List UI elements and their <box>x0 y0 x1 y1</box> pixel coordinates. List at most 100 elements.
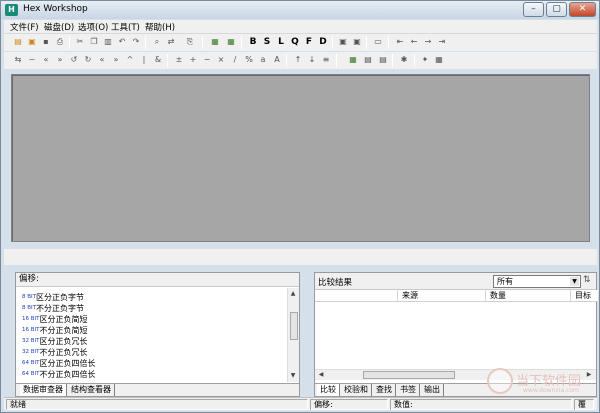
app-logo-icon: H <box>5 4 18 16</box>
sign-icon[interactable]: ± <box>173 54 185 66</box>
tab-structure-viewer[interactable]: 结构查看器 <box>68 384 115 396</box>
watermark: 当下软件园 www.downxia.com <box>487 368 597 398</box>
column-target[interactable]: 目标 <box>570 290 598 302</box>
status-value: 数值: <box>390 399 572 410</box>
watermark-logo-icon <box>487 368 513 394</box>
goto-icon[interactable]: ⎘ <box>184 36 196 48</box>
swap-icon[interactable]: ⇆ <box>12 54 24 66</box>
minimize-button[interactable]: – <box>523 2 544 17</box>
list-item[interactable]: 16 BIT不分正负简短 <box>22 325 88 336</box>
save-icon[interactable]: ▪ <box>40 36 52 48</box>
list-item[interactable]: 32 BIT区分正负冗长 <box>22 336 88 347</box>
rotate-left-icon[interactable]: ↺ <box>68 54 80 66</box>
lower-case-icon[interactable]: a <box>257 54 269 66</box>
fill-icon[interactable]: ≡ <box>320 54 332 66</box>
bookmark-l-button[interactable]: L <box>275 36 287 48</box>
chevron-down-icon[interactable]: ▼ <box>570 277 579 286</box>
tab-find[interactable]: 查找 <box>373 384 396 396</box>
next-icon[interactable]: → <box>422 36 434 48</box>
scroll-thumb[interactable] <box>363 371 455 379</box>
list-item[interactable]: 8 BIT不分正负字节 <box>22 303 84 314</box>
rotate-right-icon[interactable]: ↻ <box>82 54 94 66</box>
compare-files-icon[interactable]: ▦ <box>347 54 359 66</box>
divide-icon[interactable]: / <box>229 54 241 66</box>
new-file-icon[interactable]: ▤ <box>12 36 24 48</box>
tab-checksum[interactable]: 校验和 <box>341 384 372 396</box>
replace-icon[interactable]: ⇄ <box>165 36 177 48</box>
first-icon[interactable]: ⇤ <box>394 36 406 48</box>
print-icon[interactable]: ⎙ <box>54 36 66 48</box>
paste-icon[interactable]: ▥ <box>102 36 114 48</box>
prev-diff-icon[interactable]: ▤ <box>377 54 389 66</box>
bookmark-s-button[interactable]: S <box>261 36 273 48</box>
xor-icon[interactable]: ^ <box>124 54 136 66</box>
last-icon[interactable]: ⇥ <box>436 36 448 48</box>
menu-file[interactable]: 文件(F) <box>10 21 39 33</box>
compare-icon[interactable]: ▦ <box>209 36 221 48</box>
list-item[interactable]: 64 BIT区分正负四倍长 <box>22 358 96 369</box>
scroll-down-icon[interactable]: ▼ <box>289 372 297 380</box>
set-icon[interactable]: ↑ <box>292 54 304 66</box>
bookmark-q-button[interactable]: Q <box>289 36 301 48</box>
find-icon[interactable]: ⌕ <box>151 36 163 48</box>
subtract-icon[interactable]: − <box>201 54 213 66</box>
tab-data-inspector[interactable]: 数据审查器 <box>20 384 67 396</box>
tools-icon[interactable]: ✱ <box>398 54 410 66</box>
list-item[interactable]: 64 BIT不分正负四倍长 <box>22 369 96 380</box>
scroll-up-icon[interactable]: ▲ <box>289 290 297 298</box>
list-item[interactable]: 32 BIT不分正负冗长 <box>22 347 88 358</box>
tab-output[interactable]: 输出 <box>421 384 444 396</box>
column-count[interactable]: 数量 <box>485 290 570 302</box>
undo-icon[interactable]: ↶ <box>116 36 128 48</box>
vertical-scrollbar[interactable]: ▲ ▼ <box>287 288 299 382</box>
settings-icon[interactable]: ✦ <box>419 54 431 66</box>
multiply-icon[interactable]: × <box>215 54 227 66</box>
hex-editor-area[interactable] <box>11 74 590 242</box>
block-shift-left-icon[interactable]: « <box>96 54 108 66</box>
tab-compare[interactable]: 比较 <box>317 384 340 396</box>
clear-icon[interactable]: ↓ <box>306 54 318 66</box>
close-button[interactable]: ✕ <box>569 2 596 17</box>
next-diff-icon[interactable]: ▤ <box>362 54 374 66</box>
scroll-left-icon[interactable]: ◀ <box>317 371 325 379</box>
block-shift-right-icon[interactable]: » <box>110 54 122 66</box>
and-icon[interactable]: & <box>152 54 164 66</box>
menu-help[interactable]: 帮助(H) <box>145 21 175 33</box>
column-source[interactable]: 来源 <box>397 290 485 302</box>
menu-tools[interactable]: 工具(T) <box>111 21 140 33</box>
toolbar-separator <box>286 54 287 67</box>
add-icon[interactable]: + <box>187 54 199 66</box>
toolbar-separator <box>332 36 333 49</box>
menu-options[interactable]: 选项(O) <box>78 21 108 33</box>
invert-icon[interactable]: ~ <box>26 54 38 66</box>
tab-bookmarks[interactable]: 书签 <box>397 384 420 396</box>
scroll-thumb[interactable] <box>290 312 298 340</box>
open-folder-icon[interactable]: ▣ <box>26 36 38 48</box>
checksum-icon[interactable]: ▦ <box>225 36 237 48</box>
redo-icon[interactable]: ↷ <box>130 36 142 48</box>
window-icon[interactable]: ▭ <box>372 36 384 48</box>
maximize-button[interactable]: ▢ <box>546 2 567 17</box>
toolbar-separator <box>414 54 415 67</box>
upper-case-icon[interactable]: A <box>271 54 283 66</box>
mod-icon[interactable]: % <box>243 54 255 66</box>
bookmark-b-button[interactable]: B <box>247 36 259 48</box>
cut-icon[interactable]: ✂ <box>74 36 86 48</box>
calculator-icon[interactable]: ▦ <box>433 54 445 66</box>
copy-icon[interactable]: ❐ <box>88 36 100 48</box>
data-inspector-icon[interactable]: ▣ <box>351 36 363 48</box>
sort-icon[interactable]: ⇅ <box>583 275 591 285</box>
list-item[interactable]: 16 BIT区分正负简短 <box>22 314 88 325</box>
status-mode: 覆 <box>574 399 594 410</box>
list-item[interactable]: 8 BIT区分正负字节 <box>22 292 84 303</box>
shift-left-icon[interactable]: « <box>40 54 52 66</box>
prev-icon[interactable]: ← <box>408 36 420 48</box>
status-bar: 就绪 偏移: 数值: 覆 <box>4 397 597 410</box>
shift-right-icon[interactable]: » <box>54 54 66 66</box>
bookmark-f-button[interactable]: F <box>303 36 315 48</box>
filter-select[interactable]: 所有 ▼ <box>493 275 581 288</box>
bookmark-d-button[interactable]: D <box>317 36 329 48</box>
or-icon[interactable]: | <box>138 54 150 66</box>
menu-disk[interactable]: 磁盘(D) <box>44 21 74 33</box>
base-converter-icon[interactable]: ▣ <box>337 36 349 48</box>
